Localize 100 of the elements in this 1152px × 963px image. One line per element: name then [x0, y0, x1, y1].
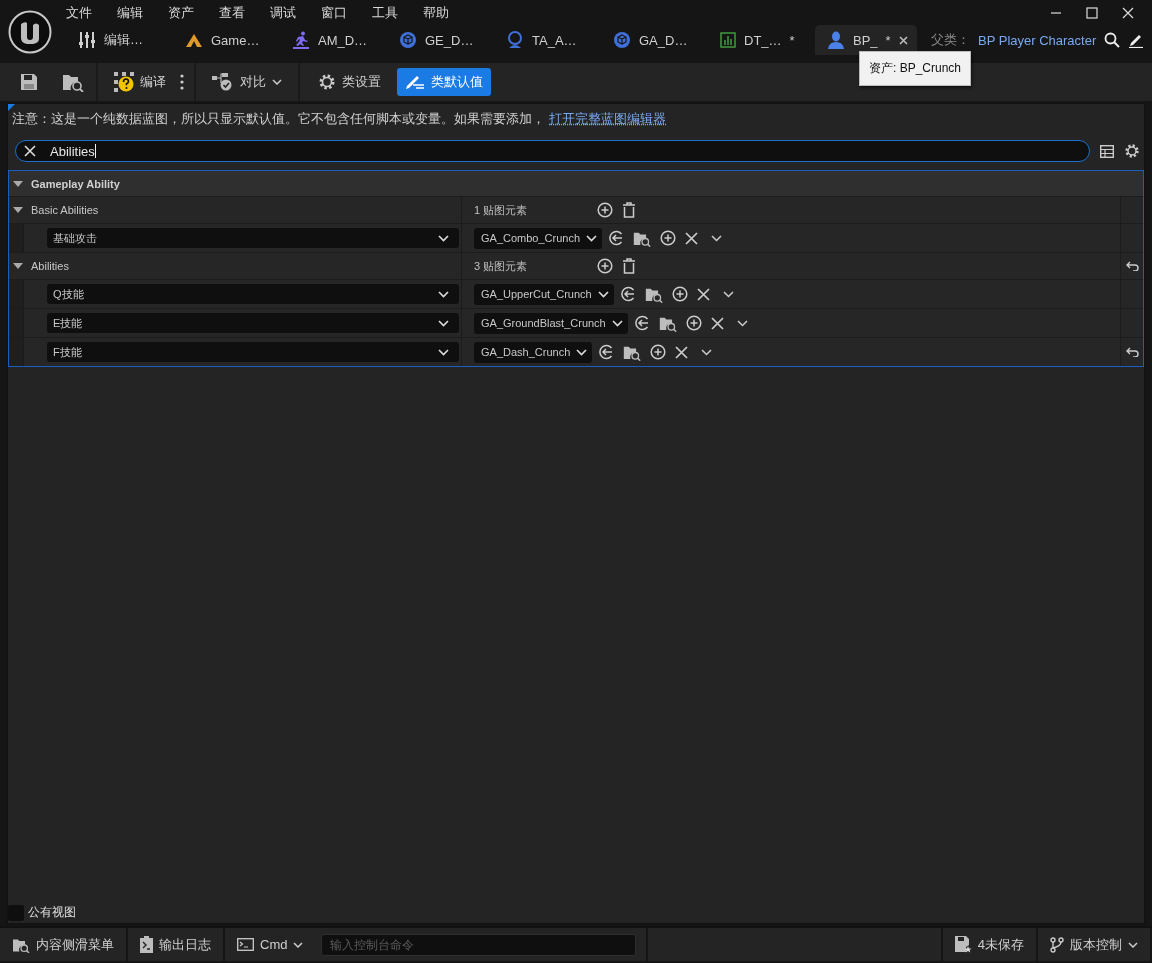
chevron-down-icon [438, 319, 449, 327]
mode-button[interactable]: 类默认值 [397, 68, 491, 96]
search-icon[interactable] [1104, 32, 1121, 48]
asset-dropdown[interactable]: GA_UpperCut_Crunch [474, 283, 614, 305]
save-icon [954, 936, 972, 953]
key-dropdown[interactable]: 基础攻击 [47, 228, 459, 248]
chevron-down-icon [1128, 941, 1138, 948]
menu-item[interactable]: 文件 [66, 3, 92, 22]
document-tab[interactable]: DT_… * [708, 25, 794, 55]
chevron-down-icon[interactable] [736, 319, 748, 327]
document-tab[interactable]: TA_A… [494, 25, 580, 55]
expand-arrow-icon[interactable] [13, 205, 23, 215]
mode-button[interactable]: 类设置 [310, 68, 389, 96]
chevron-down-icon [293, 941, 304, 948]
document-tab[interactable]: GA_D… [601, 25, 687, 55]
add-icon[interactable] [650, 344, 667, 360]
menu-item[interactable]: 调试 [270, 3, 296, 22]
browse-icon[interactable] [62, 72, 84, 92]
diff-button[interactable]: 对比 [206, 69, 288, 95]
compile-button[interactable]: 编译 [108, 68, 172, 96]
close-icon[interactable] [898, 35, 908, 45]
tab-label: BP_ [853, 32, 878, 48]
asset-dropdown[interactable]: GA_Dash_Crunch [474, 341, 593, 363]
add-icon[interactable] [597, 258, 613, 274]
key-dropdown[interactable]: F技能 [47, 342, 459, 362]
use-selected-icon[interactable] [619, 286, 636, 302]
table-view-icon[interactable] [1100, 144, 1114, 158]
terminal-icon [237, 938, 254, 951]
menu-item[interactable]: 编辑 [117, 3, 143, 22]
use-selected-icon[interactable] [598, 344, 615, 360]
save-icon[interactable] [20, 73, 38, 91]
diff-icon [212, 73, 234, 91]
settings-icon[interactable] [1124, 143, 1140, 159]
triangle-icon [185, 32, 203, 48]
add-icon[interactable] [597, 202, 613, 218]
notice-text: 注意：这是一个纯数据蓝图，所以只显示默认值。它不包含任何脚本或变量。如果需要添加， 打开完整蓝图编辑器 [12, 110, 667, 128]
expand-arrow-icon[interactable] [13, 261, 23, 271]
trash-icon[interactable] [622, 258, 636, 274]
element-count: 3 贴图元素 [474, 258, 529, 274]
person-icon [827, 31, 845, 49]
use-selected-icon[interactable] [608, 230, 625, 246]
checkbox-label: 公有视图 [28, 904, 76, 921]
pencil-icon[interactable] [1128, 32, 1145, 48]
chevron-down-icon[interactable] [722, 290, 734, 298]
menu-item[interactable]: 资产 [168, 3, 194, 22]
chevron-down-icon [576, 348, 588, 356]
search-field[interactable]: Abilities [15, 140, 1090, 162]
trash-icon[interactable] [622, 202, 636, 218]
clear-icon[interactable] [710, 316, 724, 330]
reset-arrow-icon[interactable] [1125, 347, 1139, 357]
console-input[interactable]: 输入控制台命令 [321, 933, 637, 956]
clear-icon[interactable] [685, 231, 699, 245]
clear-icon[interactable] [24, 145, 36, 157]
category-header[interactable]: Gameplay Ability [9, 171, 1143, 197]
unsaved-button[interactable]: 4未保存 [940, 928, 1038, 961]
menu-item[interactable]: 查看 [219, 3, 245, 22]
asset-dropdown[interactable]: GA_Combo_Crunch [474, 227, 603, 249]
log-icon [140, 936, 153, 953]
document-tab[interactable]: GE_D… [387, 25, 473, 55]
chevron-down-icon [438, 234, 449, 242]
expand-arrow-icon[interactable] [13, 178, 23, 189]
add-icon[interactable] [660, 230, 677, 246]
menu-item[interactable]: 窗口 [321, 3, 347, 22]
open-editor-link[interactable]: 打开完整蓝图编辑器 [549, 111, 666, 126]
menu-item[interactable]: 帮助 [423, 3, 449, 22]
element-count: 1 贴图元素 [474, 202, 529, 218]
maximize-icon[interactable] [1086, 6, 1099, 19]
clear-icon[interactable] [696, 287, 710, 301]
modified-marker: * [789, 32, 795, 48]
parent-class-label: 父类： [931, 31, 970, 49]
asset-dropdown[interactable]: GA_GroundBlast_Crunch [474, 312, 628, 334]
menu-item[interactable]: 工具 [372, 3, 398, 22]
add-icon[interactable] [671, 286, 688, 302]
close-icon[interactable] [1122, 6, 1135, 19]
runner-icon [292, 31, 310, 49]
add-icon[interactable] [685, 315, 702, 331]
document-tab[interactable]: 编辑… [66, 25, 152, 55]
chart-icon [720, 32, 736, 48]
cube-icon [613, 31, 631, 49]
chevron-down-icon [438, 290, 449, 298]
reset-arrow-icon[interactable] [1125, 261, 1139, 271]
document-tab[interactable]: Game… [173, 25, 259, 55]
category-title: Gameplay Ability [31, 177, 120, 190]
document-tab[interactable]: AM_D… [280, 25, 366, 55]
pencil-icon [405, 73, 425, 91]
modified-marker: * [885, 32, 891, 48]
chevron-down-icon[interactable] [711, 234, 723, 242]
bust-icon [506, 31, 524, 49]
chevron-down-icon [597, 290, 609, 298]
more-options-icon[interactable] [180, 74, 184, 90]
key-dropdown[interactable]: E技能 [47, 313, 459, 333]
tab-label: TA_A… [532, 32, 577, 48]
chevron-down-icon[interactable] [701, 348, 713, 356]
key-dropdown[interactable]: Q技能 [47, 284, 459, 304]
tab-label: GA_D… [639, 32, 688, 48]
use-selected-icon[interactable] [633, 315, 650, 331]
sliders-icon [78, 31, 96, 49]
clear-icon[interactable] [675, 345, 689, 359]
document-tab[interactable]: BP_ * [815, 25, 917, 55]
parent-class-link[interactable]: BP Player Character [978, 32, 1097, 48]
